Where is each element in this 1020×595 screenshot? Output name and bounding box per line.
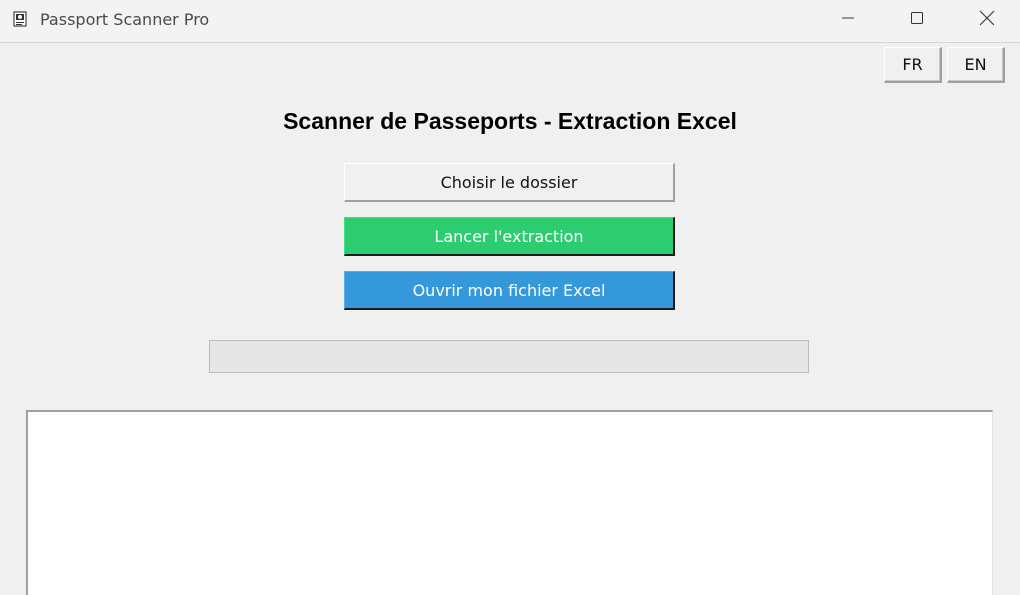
minimize-icon [842, 11, 854, 29]
open-excel-button[interactable]: Ouvrir mon fichier Excel [344, 271, 675, 310]
page-title: Scanner de Passeports - Extraction Excel [283, 108, 737, 134]
close-button[interactable] [952, 0, 1020, 40]
language-fr-button[interactable]: FR [884, 47, 942, 83]
language-en-button[interactable]: EN [947, 47, 1005, 83]
title-bar[interactable]: Passport Scanner Pro [0, 0, 1020, 43]
progress-bar [209, 340, 809, 373]
start-extraction-button[interactable]: Lancer l'extraction [344, 217, 675, 256]
window-title: Passport Scanner Pro [40, 10, 210, 29]
close-icon [979, 10, 995, 31]
log-text-area[interactable] [26, 410, 993, 595]
choose-folder-button[interactable]: Choisir le dossier [344, 163, 675, 202]
maximize-button[interactable] [882, 0, 952, 40]
passport-scanner-icon [12, 11, 28, 27]
app-window: Passport Scanner Pro FR EN Scanner de Pa… [0, 0, 1020, 595]
maximize-icon [910, 11, 924, 30]
minimize-button[interactable] [813, 0, 883, 40]
